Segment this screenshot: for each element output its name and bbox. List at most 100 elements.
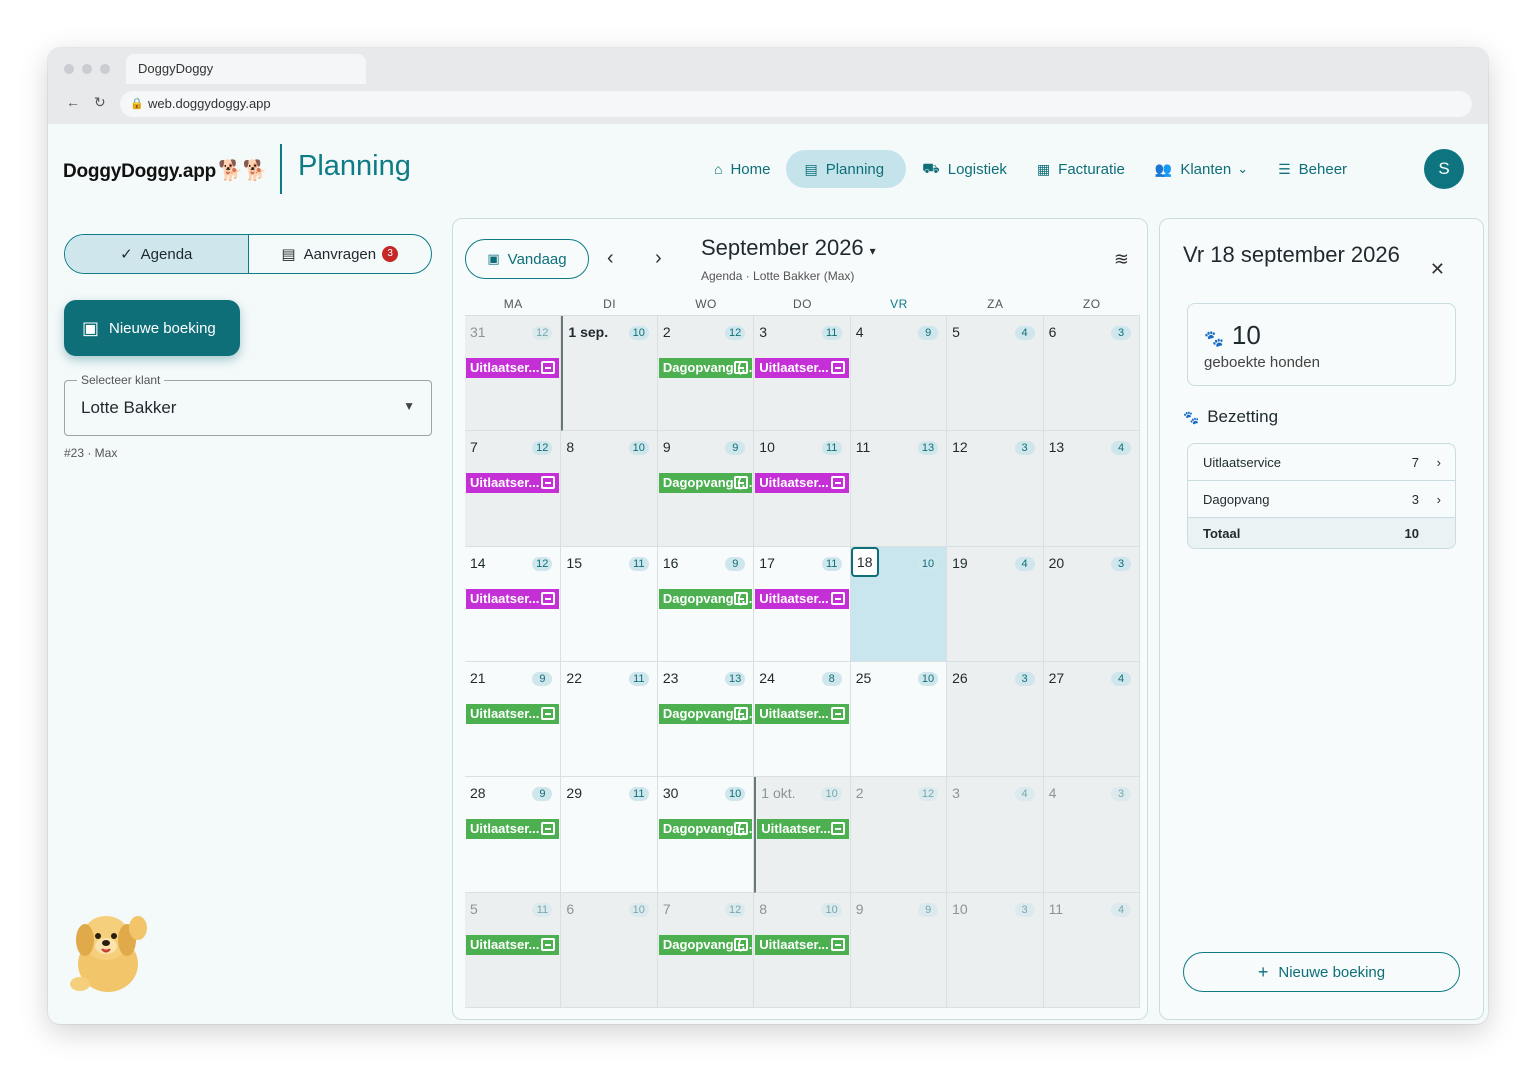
- day-cell[interactable]: 20 3: [1043, 546, 1140, 662]
- day-number: 6: [566, 900, 575, 917]
- day-cell[interactable]: 11 13: [850, 431, 948, 547]
- next-month-icon[interactable]: ›: [655, 247, 662, 270]
- day-cell[interactable]: 17 11 Uitlaatser...: [754, 546, 851, 662]
- day-cell[interactable]: 11 4: [1043, 892, 1140, 1008]
- user-avatar[interactable]: S: [1424, 149, 1464, 189]
- day-cell[interactable]: 9 9 Dagopvang (...: [657, 431, 755, 547]
- day-cell[interactable]: 43: [1043, 777, 1140, 893]
- nav-home[interactable]: ⌂ Home: [700, 150, 784, 188]
- calendar-plus-icon: ▣: [82, 317, 100, 338]
- dog-count-badge: 12: [725, 326, 746, 340]
- close-icon[interactable]: ✕: [1430, 259, 1445, 280]
- day-cell[interactable]: 21 9 Uitlaatser...: [465, 662, 562, 778]
- day-cell[interactable]: 30 10 Dagopvang (...: [657, 777, 755, 893]
- day-cell[interactable]: 28 9 Uitlaatser...: [465, 777, 562, 893]
- day-cell[interactable]: 6 10: [561, 892, 658, 1008]
- day-cell[interactable]: 49: [850, 316, 948, 432]
- day-cell[interactable]: 2 12 Dagopvang (...: [657, 316, 755, 432]
- nav-planning[interactable]: ▤ Planning: [786, 150, 907, 188]
- booking-event[interactable]: Uitlaatser...: [755, 473, 849, 494]
- day-number: 12: [952, 439, 968, 456]
- dog-count-badge: 3: [1014, 902, 1035, 917]
- day-cell[interactable]: 24 8 Uitlaatser...: [754, 662, 851, 778]
- nav-klanten[interactable]: 👥 Klanten ⌄: [1141, 150, 1262, 188]
- close-window-dot[interactable]: [64, 64, 74, 74]
- day-cell[interactable]: 13 4: [1043, 431, 1140, 547]
- day-cell[interactable]: 15 11: [561, 546, 658, 662]
- day-cell[interactable]: 34: [947, 777, 1044, 893]
- booking-event[interactable]: Dagopvang (...: [658, 819, 753, 840]
- day-cell[interactable]: 2 12: [850, 777, 948, 893]
- day-cell[interactable]: 63: [1043, 316, 1140, 432]
- detail-new-booking-button[interactable]: + Nieuwe boeking: [1183, 952, 1460, 992]
- day-cell[interactable]: 26 3: [947, 662, 1044, 778]
- minimize-window-dot[interactable]: [82, 64, 92, 74]
- day-cell[interactable]: 31 12 Uitlaatser...: [465, 316, 562, 432]
- booking-event[interactable]: Uitlaatser...: [466, 934, 560, 955]
- customer-helper-text: #23 · Max: [64, 446, 118, 460]
- day-number: 7: [662, 900, 671, 917]
- reload-icon[interactable]: ↻: [94, 94, 106, 111]
- day-cell[interactable]: 7 12 Dagopvang (...: [657, 892, 755, 1008]
- nav-logistiek[interactable]: ⛟ Logistiek: [908, 150, 1021, 188]
- booking-event[interactable]: Uitlaatser...: [466, 819, 560, 840]
- toggle-agenda[interactable]: ✓ Agenda: [65, 235, 249, 273]
- booking-event[interactable]: Dagopvang (...: [658, 704, 753, 724]
- booking-event[interactable]: Uitlaatser...: [466, 588, 560, 609]
- day-cell[interactable]: 99: [850, 892, 948, 1008]
- booking-event[interactable]: Dagopvang (...: [658, 588, 753, 609]
- day-cell[interactable]: 54: [947, 316, 1044, 432]
- day-cell[interactable]: 14 12 Uitlaatser...: [465, 546, 562, 662]
- customer-select[interactable]: Selecteer klant Lotte Bakker ▼: [64, 373, 432, 436]
- dog-count-badge: 3: [1111, 556, 1131, 571]
- booking-event[interactable]: Dagopvang (...: [658, 473, 753, 494]
- calendar-event-icon: [541, 822, 556, 836]
- month-selector[interactable]: September 2026 ▾: [701, 235, 876, 261]
- prev-month-icon[interactable]: ‹: [607, 247, 614, 270]
- filter-icon[interactable]: ≋: [1114, 249, 1129, 270]
- day-cell[interactable]: 8 10: [561, 431, 658, 547]
- booking-event[interactable]: Uitlaatser...: [757, 819, 849, 840]
- day-cell[interactable]: 5 11 Uitlaatser...: [465, 892, 562, 1008]
- day-cell[interactable]: 29 11: [561, 777, 658, 893]
- app-logo[interactable]: DoggyDoggy.app 🐕🐕: [63, 158, 268, 183]
- maximize-window-dot[interactable]: [100, 64, 110, 74]
- day-cell[interactable]: 3 11 Uitlaatser...: [754, 316, 851, 432]
- day-cell[interactable]: 23 13 Dagopvang (...: [657, 662, 755, 778]
- booking-event[interactable]: Uitlaatser...: [755, 358, 849, 378]
- booking-event[interactable]: Uitlaatser...: [466, 473, 560, 494]
- booking-event[interactable]: Uitlaatser...: [466, 704, 560, 724]
- today-button[interactable]: ▣ Vandaag: [465, 239, 589, 279]
- booking-event[interactable]: Dagopvang (...: [658, 934, 753, 955]
- dog-count-badge: 13: [917, 441, 939, 456]
- day-cell[interactable]: 19 4: [947, 546, 1044, 662]
- logo-text: DoggyDoggy.app: [63, 161, 217, 182]
- new-booking-button[interactable]: ▣ Nieuwe boeking: [64, 300, 240, 356]
- booking-event[interactable]: Dagopvang (...: [658, 358, 753, 378]
- booked-dogs-value: 10: [1231, 320, 1261, 350]
- address-bar[interactable]: 🔒 web.doggydoggy.app: [120, 91, 1472, 117]
- booking-event[interactable]: Uitlaatser...: [466, 358, 560, 378]
- booking-event[interactable]: Uitlaatser...: [755, 934, 849, 955]
- day-cell[interactable]: 25 10: [850, 662, 948, 778]
- bezetting-row-dagopvang[interactable]: Dagopvang 3 ›: [1188, 481, 1455, 518]
- day-cell[interactable]: 7 12 Uitlaatser...: [465, 431, 562, 547]
- day-cell[interactable]: 27 4: [1043, 662, 1140, 778]
- day-cell[interactable]: 18 10: [850, 546, 948, 662]
- day-cell[interactable]: 12 3: [947, 431, 1044, 547]
- day-cell[interactable]: 1 sep. 10: [561, 316, 658, 432]
- browser-tab[interactable]: DoggyDoggy: [126, 54, 366, 84]
- day-cell[interactable]: 8 10 Uitlaatser...: [754, 892, 851, 1008]
- day-cell[interactable]: 22 11: [561, 662, 658, 778]
- nav-beheer[interactable]: ☰ Beheer: [1264, 150, 1361, 188]
- back-icon[interactable]: ←: [66, 94, 80, 110]
- booking-event[interactable]: Uitlaatser...: [755, 588, 849, 609]
- day-cell[interactable]: 10 11 Uitlaatser...: [754, 431, 851, 547]
- day-cell[interactable]: 1 okt. 10 Uitlaatser...: [754, 777, 851, 893]
- day-cell[interactable]: 16 9 Dagopvang (...: [657, 546, 755, 662]
- nav-facturatie[interactable]: ▦ Facturatie: [1023, 150, 1139, 188]
- toggle-aanvragen[interactable]: ▤ Aanvragen 3: [249, 235, 432, 273]
- day-cell[interactable]: 10 3: [947, 892, 1044, 1008]
- booking-event[interactable]: Uitlaatser...: [755, 704, 849, 724]
- bezetting-row-uitlaatservice[interactable]: Uitlaatservice 7 ›: [1188, 444, 1455, 481]
